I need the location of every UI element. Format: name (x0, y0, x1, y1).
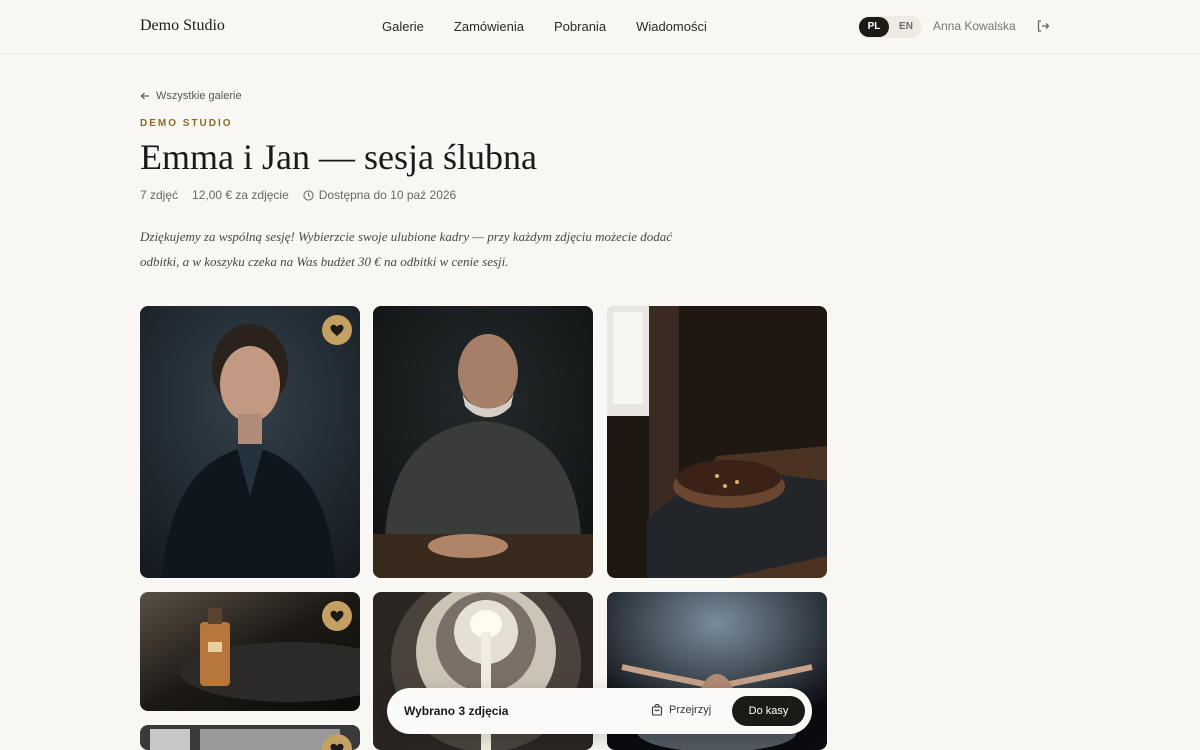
photo-tile[interactable] (140, 592, 360, 711)
photo-tile[interactable] (140, 306, 360, 578)
nav-messages[interactable]: Wiadomości (636, 19, 707, 34)
gallery-description: Dziękujemy za wspólną sesję! Wybierzcie … (140, 229, 673, 269)
clock-icon (303, 189, 314, 201)
top-bar: Demo Studio Galerie Zamówienia Pobrania … (0, 0, 1200, 54)
gallery-meta: 7 zdjęć 12,00 € za zdjęcie Dostępna do 1… (140, 188, 456, 202)
logout-icon[interactable] (1036, 19, 1050, 33)
favorite-button[interactable] (322, 315, 352, 345)
heart-icon (330, 743, 344, 750)
preview-button[interactable]: Przejrzyj (651, 704, 711, 716)
preview-label: Przejrzyj (669, 704, 712, 716)
brand-logo[interactable]: Demo Studio (140, 17, 225, 35)
availability: Dostępna do 10 paź 2026 (303, 188, 456, 202)
price-per-photo: 12,00 € za zdjęcie (192, 188, 289, 202)
lang-en-button[interactable]: EN (891, 17, 921, 37)
selection-bar: Wybrano 3 zdjęcia Przejrzyj Do kasy (387, 688, 812, 734)
chocolate-tart-image (607, 306, 827, 578)
page-title: Emma i Jan — sesja ślubna (140, 137, 537, 177)
nav-orders[interactable]: Zamówienia (454, 19, 524, 34)
checkout-button[interactable]: Do kasy (732, 696, 805, 726)
studio-label: DEMO STUDIO (140, 118, 233, 129)
back-link[interactable]: Wszystkie galerie (140, 90, 242, 102)
nav-downloads[interactable]: Pobrania (554, 19, 606, 34)
photo-count: 7 zdjęć (140, 188, 179, 202)
bag-icon (651, 704, 663, 716)
photo-tile[interactable] (140, 725, 360, 750)
lang-pl-button[interactable]: PL (859, 17, 889, 37)
back-link-label: Wszystkie galerie (156, 90, 242, 102)
selection-count: Wybrano 3 zdjęcia (404, 704, 509, 718)
favorite-button[interactable] (322, 601, 352, 631)
availability-text: Dostępna do 10 paź 2026 (318, 188, 457, 202)
woman-portrait-image (140, 306, 360, 578)
heart-icon (330, 610, 344, 622)
user-name[interactable]: Anna Kowalska (933, 19, 1016, 33)
photo-tile[interactable] (373, 306, 593, 578)
arrow-left-icon (140, 92, 149, 100)
language-switcher: PL EN (858, 16, 922, 38)
nav-galleries[interactable]: Galerie (382, 19, 424, 34)
main-nav: Galerie Zamówienia Pobrania Wiadomości (382, 19, 707, 34)
old-man-portrait-image (373, 306, 593, 578)
heart-icon (330, 324, 344, 336)
photo-tile[interactable] (607, 306, 827, 578)
